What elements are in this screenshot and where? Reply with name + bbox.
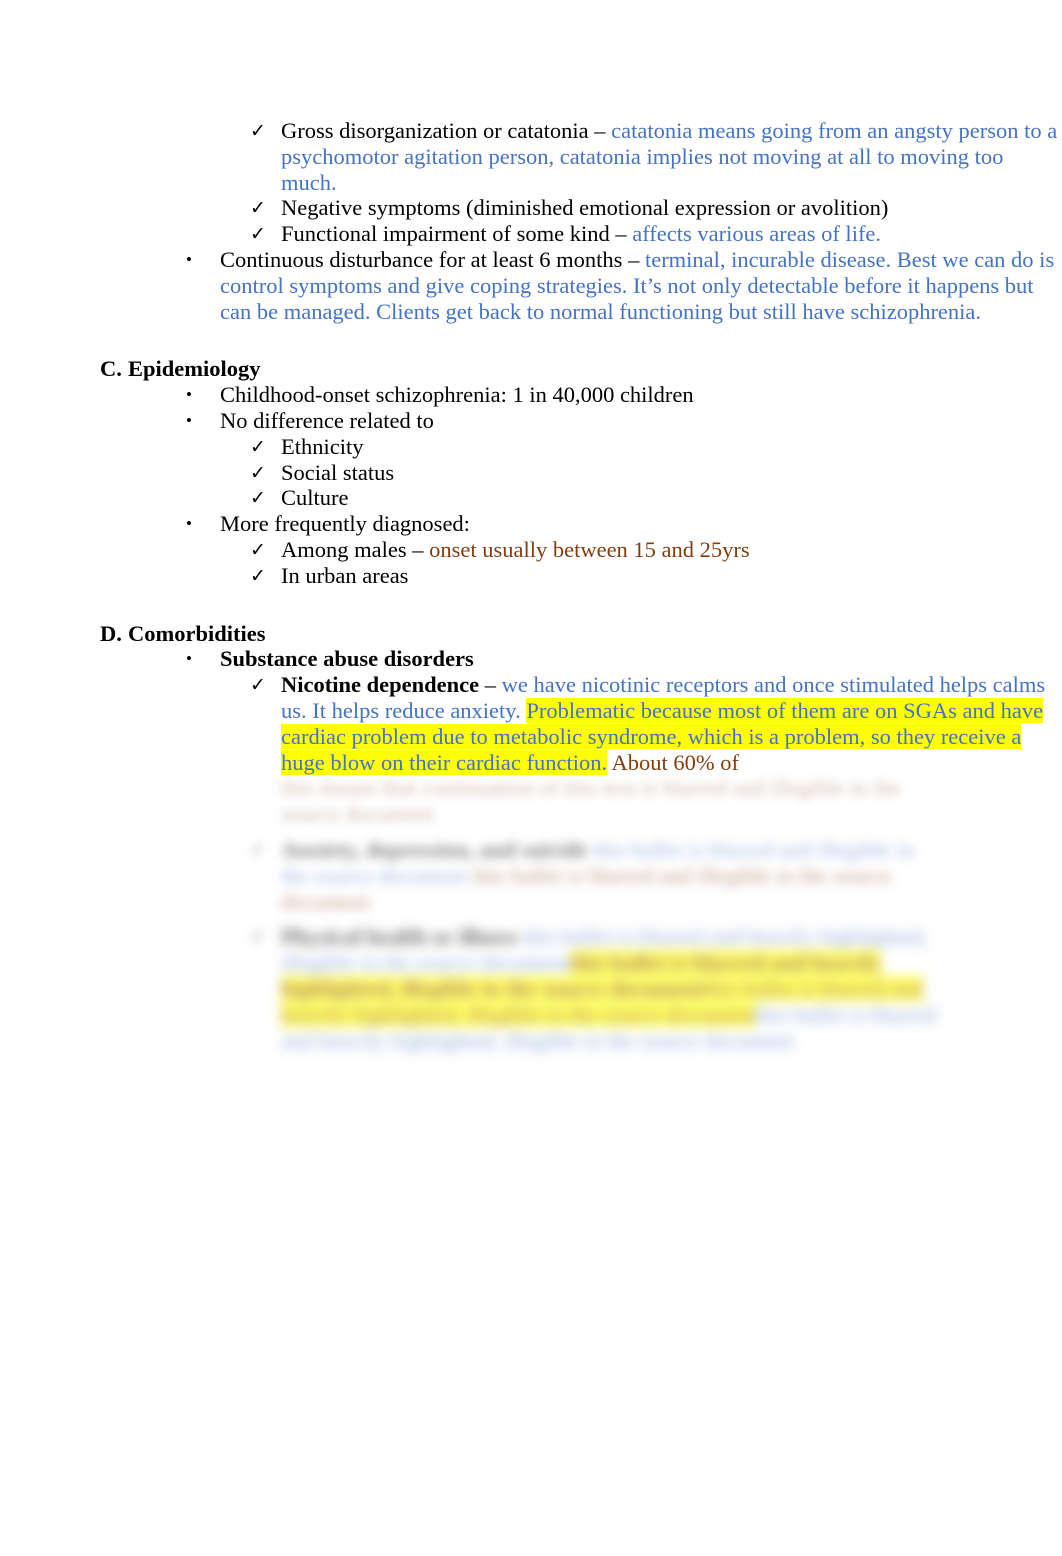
obscured-text: this means that continuation of this tex… [281, 775, 901, 827]
bullet-icon: • [186, 410, 192, 430]
epidemiology-bullet-text: No difference related to [220, 407, 434, 433]
list-item-nicotine: ✓ Nicotine dependence – we have nicotini… [250, 672, 1062, 775]
section-heading-comorbidities: D. Comorbidities [100, 620, 1062, 647]
obscured-text: Physical health or illness this bullet i… [281, 924, 943, 1053]
list-item: • Childhood-onset schizophrenia: 1 in 40… [186, 382, 1062, 408]
bullet-icon: • [186, 385, 192, 405]
document-page: ✓ Gross disorganization or catatonia – c… [0, 0, 1062, 1556]
check-icon: ✓ [250, 435, 266, 458]
more-frequent-lead: Among males – [281, 536, 430, 562]
anxiety-label: Anxiety, depression, and suicide [281, 836, 588, 862]
list-item: ✓ Functional impairment of some kind – a… [250, 221, 1062, 247]
more-frequent-lead: In urban areas [281, 562, 409, 588]
check-icon: ✓ [250, 120, 266, 142]
section-title: Epidemiology [128, 356, 261, 382]
bullet-icon: • [186, 649, 192, 669]
bullet-icon: • [186, 514, 192, 534]
check-icon: ✓ [250, 487, 266, 510]
nicotine-dash: – [479, 672, 502, 698]
criteria-lead: Functional impairment of some kind – [281, 221, 633, 247]
nicotine-label: Nicotine dependence [281, 672, 480, 698]
obscured-nicotine-continuation: this means that continuation of this tex… [281, 775, 1062, 827]
section-letter: C. [100, 356, 122, 382]
criteria-lead: Negative symptoms (diminished emotional … [281, 195, 889, 221]
list-item-physical-health: ✓ Physical health or illness this bullet… [250, 924, 1062, 1053]
physical-label: Physical health or illness [281, 924, 518, 950]
no-difference-item: Culture [281, 485, 349, 511]
list-item: ✓ Gross disorganization or catatonia – c… [250, 118, 1062, 195]
check-icon: ✓ [250, 926, 266, 949]
epidemiology-bullet-text: Childhood-onset schizophrenia: 1 in 40,0… [220, 382, 694, 408]
check-icon: ✓ [250, 197, 266, 220]
list-item: • Continuous disturbance for at least 6 … [186, 246, 1062, 324]
obscured-text: Anxiety, depression, and suicide this bu… [281, 837, 943, 914]
bullet-icon: • [186, 249, 192, 269]
list-item: ✓ Ethnicity [250, 433, 1062, 460]
check-icon: ✓ [250, 461, 266, 484]
list-item: ✓ Social status [250, 459, 1062, 486]
list-item: • No difference related to [186, 407, 1062, 434]
section-title: Comorbidities [128, 620, 266, 646]
no-difference-item: Social status [281, 459, 395, 485]
check-icon: ✓ [250, 538, 266, 561]
list-item: • Substance abuse disorders [186, 646, 1062, 672]
section-heading-epidemiology: C. Epidemiology [100, 356, 1062, 382]
substance-abuse-label: Substance abuse disorders [220, 646, 474, 672]
nicotine-note-tail: About 60% of [607, 749, 740, 775]
page-content: ✓ Gross disorganization or catatonia – c… [0, 0, 1062, 1053]
check-icon: ✓ [250, 838, 266, 861]
check-icon: ✓ [250, 674, 266, 697]
continuous-lead: Continuous disturbance for at least 6 mo… [220, 246, 645, 272]
list-item: ✓ Among males – onset usually between 15… [250, 536, 1062, 563]
list-item: • More frequently diagnosed: [186, 511, 1062, 537]
more-frequent-label: More frequently diagnosed: [220, 511, 470, 537]
check-icon: ✓ [250, 223, 266, 246]
no-difference-item: Ethnicity [281, 433, 364, 459]
list-item: ✓ Negative symptoms (diminished emotiona… [250, 195, 1062, 221]
list-item: ✓ In urban areas [250, 562, 1062, 589]
section-letter: D. [100, 620, 122, 646]
more-frequent-note: onset usually between 15 and 25yrs [429, 536, 750, 562]
check-icon: ✓ [250, 564, 266, 587]
criteria-note: affects various areas of life. [632, 221, 882, 247]
list-item: ✓ Culture [250, 485, 1062, 511]
list-item-anxiety: ✓ Anxiety, depression, and suicide this … [250, 837, 1062, 914]
criteria-lead: Gross disorganization or catatonia – [281, 118, 612, 143]
